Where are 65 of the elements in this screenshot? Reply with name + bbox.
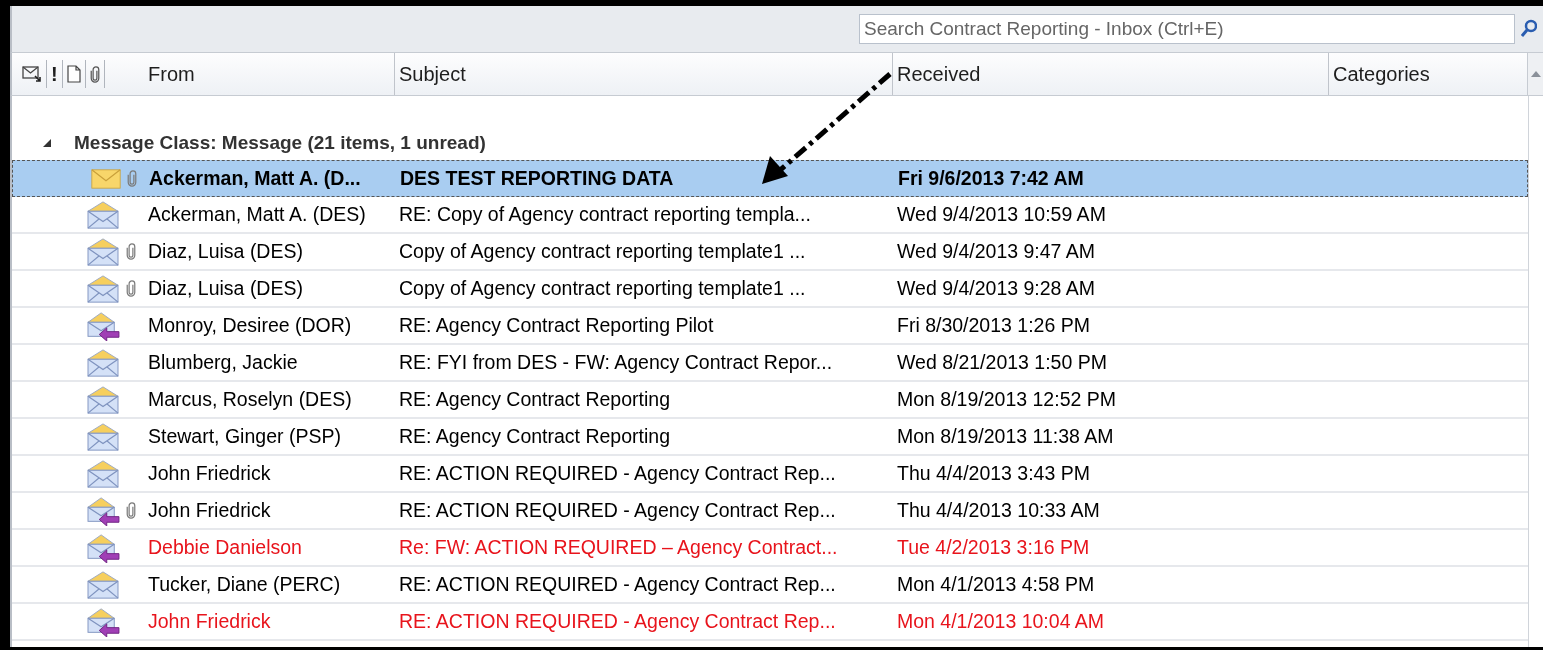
envelope-arrow-icon[interactable] [22, 65, 42, 83]
date-text: Wed 8/21/2013 1:50 PM [896, 351, 1108, 374]
group-header: Message Class: Message (21 items, 1 unread) [74, 132, 486, 154]
up-arrow-icon[interactable] [1530, 71, 1541, 77]
message-row[interactable]: Diaz, Luisa (DES) Copy of Agency contract reporting template1 ... Wed 9/4/2013 9:47 AM [12, 234, 1528, 271]
message-row[interactable]: John Friedrick RE: ACTION REQUIRED - Agency Contract Rep... Mon 4/1/2013 10:04 AM [12, 604, 1528, 641]
date-text: Tue 4/2/2013 3:16 PM [896, 536, 1091, 559]
sender-text: Debbie Danielson [147, 536, 303, 559]
subject-text: Copy of Agency contract reporting template1 ... [398, 277, 807, 300]
subject-text: RE: Agency Contract Reporting Pilot [398, 314, 715, 337]
subject-text: RE: ACTION REQUIRED - Agency Contract Rep... [398, 499, 837, 522]
sender-text: Diaz, Luisa (DES) [147, 277, 304, 300]
message-row[interactable]: Tucker, Diane (PERC) RE: ACTION REQUIRED - Agency Contract Rep... Mon 4/1/2013 4:58 PM [12, 567, 1528, 604]
subject-text: RE: Agency Contract Reporting [398, 425, 671, 448]
date-text: Mon 8/19/2013 11:38 AM [896, 425, 1115, 448]
importance-column-header[interactable]: ! [51, 62, 58, 86]
subject-text: RE: FYI from DES - FW: Agency Contract Repor... [398, 351, 834, 374]
subject-text: Copy of Agency contract reporting template1 ... [398, 240, 807, 263]
column-header[interactable]: From [144, 53, 394, 95]
sender-text: Tucker, Diane (PERC) [147, 573, 342, 596]
date-text: Fri 9/6/2013 7:42 AM [897, 167, 1085, 190]
sender-text: Blumberg, Jackie [147, 351, 299, 374]
search-field[interactable]: Search Contract Reporting - Inbox (Ctrl+E) [859, 14, 1515, 44]
sender-text: John Friedrick [147, 462, 272, 485]
sender-text: Diaz, Luisa (DES) [147, 240, 304, 263]
message-row[interactable]: Marcus, Roselyn (DES) RE: Agency Contract Reporting Mon 8/19/2013 12:52 PM [12, 382, 1528, 419]
column-header[interactable]: Subject [394, 53, 892, 95]
subject-text: RE: ACTION REQUIRED - Agency Contract Rep... [398, 573, 837, 596]
scroll-up-button[interactable] [1527, 53, 1543, 95]
message-row[interactable]: Debbie Danielson Re: FW: ACTION REQUIRED – Agency Contract... Tue 4/2/2013 3:16 PM [12, 530, 1528, 567]
subject-text: Re: FW: ACTION REQUIRED – Agency Contract... [398, 536, 839, 559]
subject-text: DES TEST REPORTING DATA [399, 167, 675, 190]
sender-text: Stewart, Ginger (PSP) [147, 425, 342, 448]
message-row[interactable]: Stewart, Ginger (PSP) RE: Agency Contract Reporting Mon 8/19/2013 11:38 AM [12, 419, 1528, 456]
expanded-triangle-icon[interactable] [42, 138, 52, 148]
sender-text: Monroy, Desiree (DOR) [147, 314, 353, 337]
message-row[interactable]: Ackerman, Matt A. (DES) RE: Copy of Agency contract reporting templa... Wed 9/4/2013 10:59 AM [12, 197, 1528, 234]
sender-text: Ackerman, Matt A. (DES) [147, 203, 367, 226]
sender-text: John Friedrick [147, 499, 272, 522]
message-row[interactable]: Blumberg, Jackie RE: FYI from DES - FW: Agency Contract Repor... Wed 8/21/2013 1:50 PM [12, 345, 1528, 382]
subject-text: RE: Agency Contract Reporting [398, 388, 671, 411]
date-text: Fri 8/30/2013 1:26 PM [896, 314, 1091, 337]
subject-text: RE: Copy of Agency contract reporting templa... [398, 203, 812, 226]
date-text: Mon 8/19/2013 12:52 PM [896, 388, 1117, 411]
sender-text: John Friedrick [147, 610, 272, 633]
date-text: Thu 4/4/2013 10:33 AM [896, 499, 1101, 522]
message-row[interactable]: Monroy, Desiree (DOR) RE: Agency Contract Reporting Pilot Fri 8/30/2013 1:26 PM [12, 308, 1528, 345]
message-row[interactable]: Ackerman, Matt A. (D... DES TEST REPORTING DATA Fri 9/6/2013 7:42 AM [12, 160, 1528, 197]
page-icon[interactable] [66, 65, 81, 83]
date-text: Wed 9/4/2013 10:59 AM [896, 203, 1107, 226]
column-header[interactable]: Received [892, 53, 1328, 95]
message-row[interactable]: John Friedrick RE: ACTION REQUIRED - Agency Contract Rep... Thu 4/4/2013 10:33 AM [12, 493, 1528, 530]
paperclip-icon[interactable] [89, 65, 100, 83]
date-text: Mon 4/1/2013 10:04 AM [896, 610, 1106, 633]
subject-text: RE: ACTION REQUIRED - Agency Contract Rep... [398, 462, 837, 485]
message-row[interactable]: Diaz, Luisa (DES) Copy of Agency contract reporting template1 ... Wed 9/4/2013 9:28 AM [12, 271, 1528, 308]
date-text: Wed 9/4/2013 9:47 AM [896, 240, 1097, 263]
sender-text: Ackerman, Matt A. (D... [148, 167, 362, 190]
date-text: Thu 4/4/2013 3:43 PM [896, 462, 1091, 485]
search-icon[interactable] [1521, 19, 1537, 39]
subject-text: RE: ACTION REQUIRED - Agency Contract Rep... [398, 610, 837, 633]
date-text: Wed 9/4/2013 9:28 AM [896, 277, 1097, 300]
date-text: Mon 4/1/2013 4:58 PM [896, 573, 1096, 596]
message-row[interactable]: John Friedrick RE: ACTION REQUIRED - Agency Contract Rep... Thu 4/4/2013 3:43 PM [12, 456, 1528, 493]
sender-text: Marcus, Roselyn (DES) [147, 388, 353, 411]
